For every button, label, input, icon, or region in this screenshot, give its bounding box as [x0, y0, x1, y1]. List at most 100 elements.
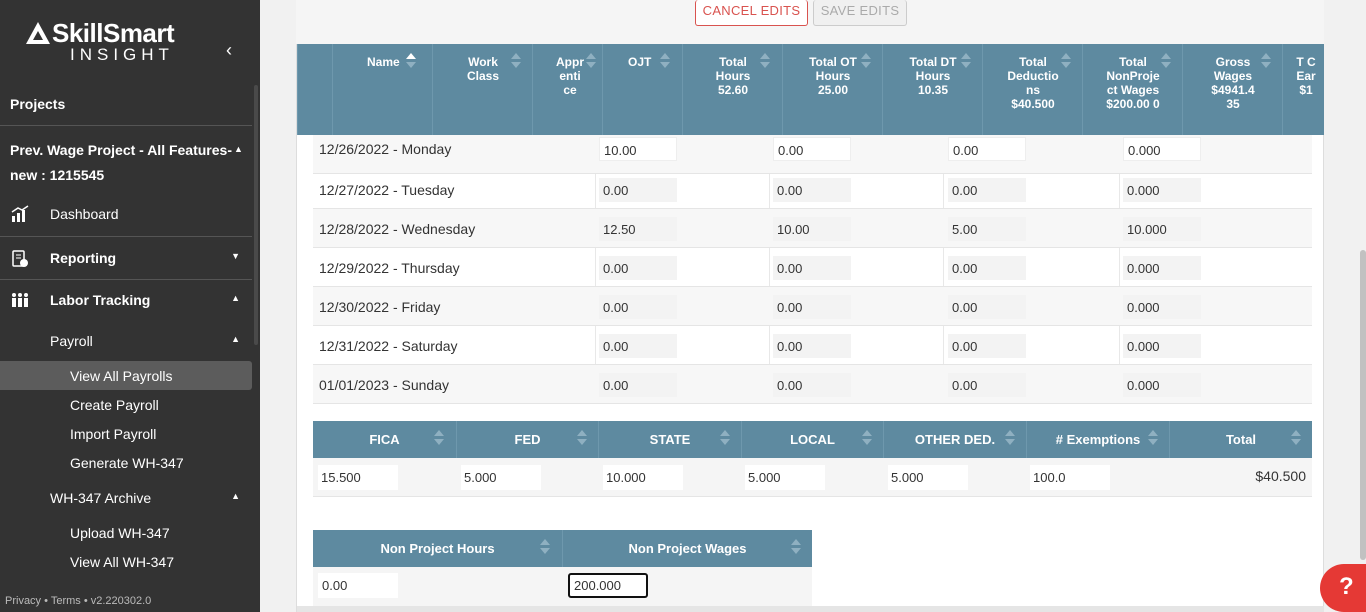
payroll-table-header: Name Work Class Appr enti ce OJT Total H… [297, 44, 1324, 135]
sort-icon[interactable] [1061, 53, 1071, 71]
header-local[interactable]: LOCAL [741, 421, 883, 458]
sidebar-item-dashboard[interactable]: Dashboard [0, 199, 252, 229]
header-ojt[interactable]: OJT [602, 44, 682, 135]
hours-field[interactable]: 0.00 [599, 373, 677, 397]
horizontal-scrollbar[interactable] [297, 606, 1324, 612]
state-field[interactable]: 10.000 [603, 465, 683, 490]
sort-icon[interactable] [1261, 53, 1271, 71]
local-field[interactable]: 5.000 [745, 465, 825, 490]
sort-icon[interactable] [434, 430, 444, 448]
header-non-project-wages[interactable]: Non Project Wages [562, 530, 812, 567]
rate-field[interactable]: 0.000 [1123, 137, 1201, 161]
dt-hours-field[interactable]: 0.00 [948, 137, 1026, 161]
dt-hours-field[interactable]: 0.00 [948, 373, 1026, 397]
sort-icon[interactable] [586, 53, 596, 71]
sort-icon[interactable] [862, 430, 872, 448]
header-total-ot-hours[interactable]: Total OT Hours 25.00 [782, 44, 882, 135]
sort-icon[interactable] [577, 430, 587, 448]
header-gross-wages[interactable]: Gross Wages $4941.4 35 [1182, 44, 1282, 135]
rate-field[interactable]: 0.000 [1123, 373, 1201, 397]
exemptions-field[interactable]: 100.0 [1030, 465, 1110, 490]
sidebar-item-view-all-wh347[interactable]: View All WH-347 [0, 547, 252, 577]
ot-hours-field[interactable]: 0.00 [773, 137, 851, 161]
current-project-name[interactable]: Prev. Wage Project - All Features- new :… [10, 138, 232, 188]
sidebar-item-import-payroll[interactable]: Import Payroll [0, 419, 252, 449]
header-non-project-hours[interactable]: Non Project Hours [313, 530, 562, 567]
dt-hours-field[interactable]: 0.00 [948, 295, 1026, 319]
sort-icon[interactable] [1005, 430, 1015, 448]
non-project-wages-field[interactable]: 200.000 [568, 573, 648, 598]
header-fed[interactable]: FED [456, 421, 598, 458]
other-ded-field[interactable]: 5.000 [888, 465, 968, 490]
hours-field[interactable]: 0.00 [599, 295, 677, 319]
sort-icon[interactable] [1291, 430, 1301, 448]
footer-links[interactable]: Privacy • Terms • v2.220302.0 [5, 595, 151, 607]
header-total-nonproject-wages[interactable]: Total NonProje ct Wages $200.00 0 [1082, 44, 1182, 135]
fed-field[interactable]: 5.000 [461, 465, 541, 490]
hours-field[interactable]: 12.50 [599, 217, 677, 241]
rate-field[interactable]: 10.000 [1123, 217, 1201, 241]
dt-hours-field[interactable]: 5.00 [948, 217, 1026, 241]
header-work-class[interactable]: Work Class [432, 44, 532, 135]
sidebar-item-create-payroll[interactable]: Create Payroll [0, 390, 252, 420]
sort-icon[interactable] [1148, 430, 1158, 448]
hours-field[interactable]: 0.00 [599, 178, 677, 202]
header-apprentice[interactable]: Appr enti ce [532, 44, 602, 135]
ot-hours-field[interactable]: 10.00 [773, 217, 851, 241]
sort-icon[interactable] [1161, 53, 1171, 71]
sort-icon[interactable] [861, 53, 871, 71]
hours-field[interactable]: 0.00 [599, 256, 677, 280]
hours-field[interactable]: 0.00 [599, 334, 677, 358]
project-caret-up-icon[interactable]: ▲ [234, 144, 243, 154]
sort-icon[interactable] [760, 53, 770, 71]
rate-field[interactable]: 0.000 [1123, 334, 1201, 358]
dt-hours-field[interactable]: 0.00 [948, 334, 1026, 358]
header-state[interactable]: STATE [598, 421, 741, 458]
page-scrollbar[interactable] [1360, 250, 1366, 560]
header-other-ded[interactable]: OTHER DED. [883, 421, 1026, 458]
ot-hours-field[interactable]: 0.00 [773, 178, 851, 202]
sort-icon[interactable] [540, 539, 550, 557]
sidebar-item-reporting[interactable]: Reporting ▼ [0, 243, 252, 273]
help-button[interactable]: ? [1320, 564, 1366, 612]
sort-icon[interactable] [660, 53, 670, 71]
header-name[interactable]: Name [332, 44, 432, 135]
header-exemptions[interactable]: # Exemptions [1026, 421, 1169, 458]
dt-hours-field[interactable]: 0.00 [948, 178, 1026, 202]
sidebar-item-wh347-archive[interactable]: WH-347 Archive ▲ [0, 483, 252, 513]
sidebar-item-labor-tracking[interactable]: Labor Tracking ▲ [0, 285, 252, 315]
rate-field[interactable]: 0.000 [1123, 295, 1201, 319]
rate-field[interactable]: 0.000 [1123, 256, 1201, 280]
rate-field[interactable]: 0.000 [1123, 178, 1201, 202]
skillsmart-logo[interactable]: SkillSmart INSIGHT [26, 18, 196, 68]
cancel-edits-button[interactable]: CANCEL EDITS [695, 0, 808, 26]
sort-icon[interactable] [720, 430, 730, 448]
collapse-sidebar-icon[interactable]: ‹ [226, 40, 244, 60]
sidebar-item-payroll[interactable]: Payroll ▲ [0, 326, 252, 356]
sort-icon[interactable] [511, 53, 521, 71]
header-total-deductions[interactable]: Total Deductio ns $40.500 [982, 44, 1082, 135]
non-project-hours-field[interactable]: 0.00 [318, 573, 398, 598]
sort-icon[interactable] [791, 539, 801, 557]
table-row: 12/26/2022 - Monday 10.00 0.00 0.00 0.00… [313, 135, 1312, 174]
ot-hours-field[interactable]: 0.00 [773, 256, 851, 280]
ot-hours-field[interactable]: 0.00 [773, 295, 851, 319]
dt-hours-field[interactable]: 0.00 [948, 256, 1026, 280]
save-edits-button[interactable]: SAVE EDITS [813, 0, 907, 26]
hours-field[interactable]: 10.00 [599, 137, 677, 161]
ot-hours-field[interactable]: 0.00 [773, 373, 851, 397]
header-total-dt-hours[interactable]: Total DT Hours 10.35 [882, 44, 982, 135]
sidebar-item-generate-wh347[interactable]: Generate WH-347 [0, 448, 252, 478]
ot-hours-field[interactable]: 0.00 [773, 334, 851, 358]
header-total-hours[interactable]: Total Hours 52.60 [682, 44, 782, 135]
sidebar-item-view-all-payrolls[interactable]: View All Payrolls [0, 361, 252, 390]
sort-icon[interactable] [406, 53, 416, 71]
sort-icon[interactable] [961, 53, 971, 71]
header-fica[interactable]: FICA [313, 421, 456, 458]
fica-field[interactable]: 15.500 [318, 465, 398, 490]
header-total[interactable]: Total [1169, 421, 1312, 458]
sidebar-item-upload-wh347[interactable]: Upload WH-347 [0, 518, 252, 548]
sidebar-item-label: Dashboard [50, 206, 119, 222]
sidebar-scrollbar[interactable] [254, 85, 258, 345]
header-total-earnings[interactable]: T C Ear $1 [1282, 44, 1324, 135]
